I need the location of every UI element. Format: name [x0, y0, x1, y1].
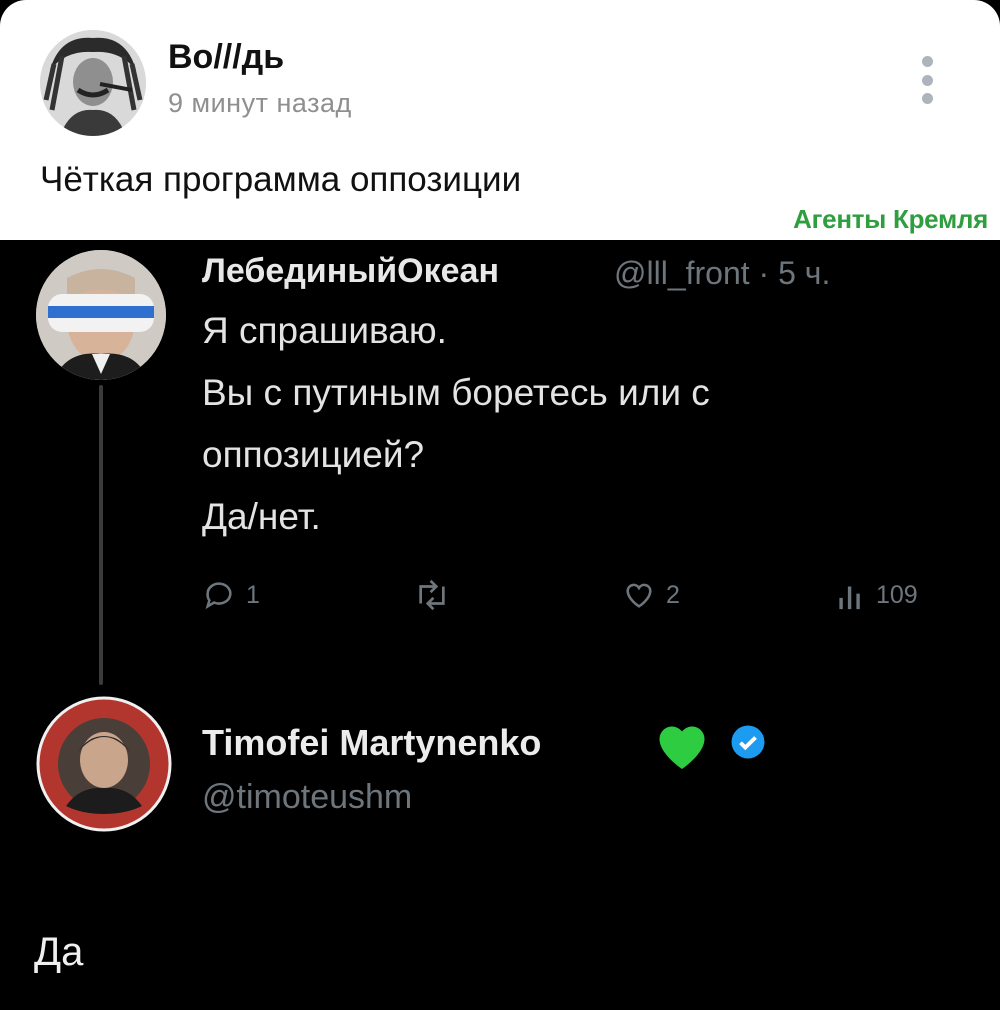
post-card: Во///дь 9 минут назад Чёткая программа о…	[0, 0, 1000, 240]
lebed-avatar	[36, 250, 166, 380]
tweet-actions-bar: 1 2 109	[0, 578, 1000, 618]
heart-outline-icon	[626, 583, 652, 608]
reply-handle[interactable]: @timoteushm	[202, 778, 412, 817]
tweet-text-line: Вы с путиным боретесь или с	[202, 372, 710, 413]
author-name[interactable]: Во///дь	[168, 38, 284, 77]
verified-badge-icon	[731, 725, 765, 759]
retweet-icon	[419, 579, 445, 611]
reply-count: 1	[246, 580, 260, 609]
reply-action[interactable]: 1	[202, 578, 260, 612]
post-text: Чёткая программа оппозиции	[40, 160, 522, 199]
like-count: 2	[666, 580, 680, 609]
like-action[interactable]: 2	[622, 578, 680, 612]
tweet-display-name[interactable]: ЛебединыйОкеан	[202, 252, 499, 291]
reply-text: Да	[34, 930, 84, 974]
views-bar-icon	[839, 586, 860, 610]
views-count: 109	[876, 580, 918, 609]
green-heart-icon	[659, 726, 705, 769]
thread-connector-line	[99, 385, 103, 685]
watermark-label: Агенты Кремля	[793, 204, 988, 234]
kebab-vertical-icon[interactable]	[918, 56, 936, 104]
timofei-avatar	[36, 696, 172, 832]
tweet-text-line: Да/нет.	[202, 496, 321, 537]
reply-icon	[205, 582, 232, 610]
tweet-handle-time[interactable]: @lll_front · 5 ч.	[614, 255, 830, 292]
tweet-text-line: Я спрашиваю.	[202, 310, 447, 351]
views-action[interactable]: 109	[836, 578, 918, 612]
reply-display-name[interactable]: Timofei Martynenko	[202, 722, 541, 764]
retweet-action[interactable]	[412, 578, 452, 612]
post-timestamp: 9 минут назад	[168, 88, 352, 118]
tweet-text-line: оппозицией?	[202, 434, 425, 475]
author-avatar[interactable]	[40, 30, 146, 136]
